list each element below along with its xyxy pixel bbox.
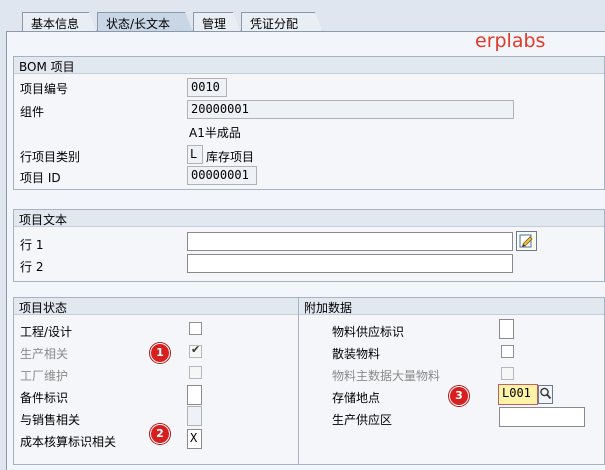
item-status-group-title: 项目状态 [14,298,298,315]
tab-basic-data[interactable]: 基本信息 [22,12,97,32]
material-provision-label: 物料供应标识 [332,325,405,339]
item-number-field[interactable]: 0010 [187,78,227,97]
annotation-badge-1: 1 [150,343,170,363]
tab-status-long-text[interactable]: 状态/长文本 [97,12,193,32]
bulk-master-checkbox[interactable] [501,367,514,380]
text-line2-input[interactable] [187,254,513,273]
supply-area-label: 生产供应区 [332,413,393,427]
supply-area-field[interactable] [499,407,585,427]
search-help-button[interactable] [538,385,553,404]
bom-item-group: BOM 项目 [13,56,605,190]
costing-relevant-field[interactable]: X [187,429,202,449]
edit-note-icon [519,234,533,248]
text-line2-label: 行 2 [20,260,44,274]
annotation-badge-2: 2 [150,424,170,444]
material-provision-field[interactable] [499,319,514,339]
engineering-label: 工程/设计 [20,325,73,339]
bulk-master-label: 物料主数据大量物料 [332,369,441,383]
spare-part-field[interactable] [187,385,202,405]
spare-part-label: 备件标识 [20,391,69,405]
text-line1-input[interactable] [187,232,513,251]
watermark: erplabs [475,30,546,52]
storage-location-label: 存储地点 [332,391,381,405]
production-relevant-label: 生产相关 [20,347,69,361]
engineering-checkbox[interactable] [189,322,202,335]
tab-document-assignment[interactable]: 凭证分配 [241,12,323,32]
component-label: 组件 [20,105,45,119]
checkmark-icon: ✔ [191,343,201,356]
production-relevant-checkbox[interactable]: ✔ [189,343,202,358]
bulk-material-checkbox[interactable] [501,345,514,358]
edit-long-text-button[interactable] [516,231,537,251]
text-line1-label: 行 1 [20,238,44,252]
item-id-field[interactable]: 00000001 [187,166,257,185]
costing-relevant-label: 成本核算标识相关 [20,435,117,449]
additional-data-group-title: 附加数据 [299,298,604,315]
item-category-label: 行项目类别 [20,150,81,164]
tab-bar: 基本信息 状态/长文本 管理 凭证分配 [0,0,605,32]
plant-maintenance-checkbox[interactable] [189,366,202,379]
item-text-group-title: 项目文本 [14,210,604,227]
search-icon [540,387,552,400]
sales-relevant-field[interactable] [187,406,202,426]
item-number-label: 项目编号 [20,82,69,96]
sales-relevant-label: 与销售相关 [20,413,81,427]
storage-location-field[interactable]: L001 [498,384,538,405]
tab-administration[interactable]: 管理 [193,12,241,32]
item-category-description: 库存项目 [206,150,255,164]
item-category-field[interactable]: L [187,145,203,164]
component-description: A1半成品 [189,126,241,140]
bulk-material-label: 散装物料 [332,347,381,361]
bom-item-group-title: BOM 项目 [14,57,604,74]
component-field[interactable]: 20000001 [187,100,514,119]
item-id-label: 项目 ID [20,171,61,185]
plant-maintenance-label: 工厂维护 [20,369,69,383]
annotation-badge-3: 3 [449,386,469,406]
